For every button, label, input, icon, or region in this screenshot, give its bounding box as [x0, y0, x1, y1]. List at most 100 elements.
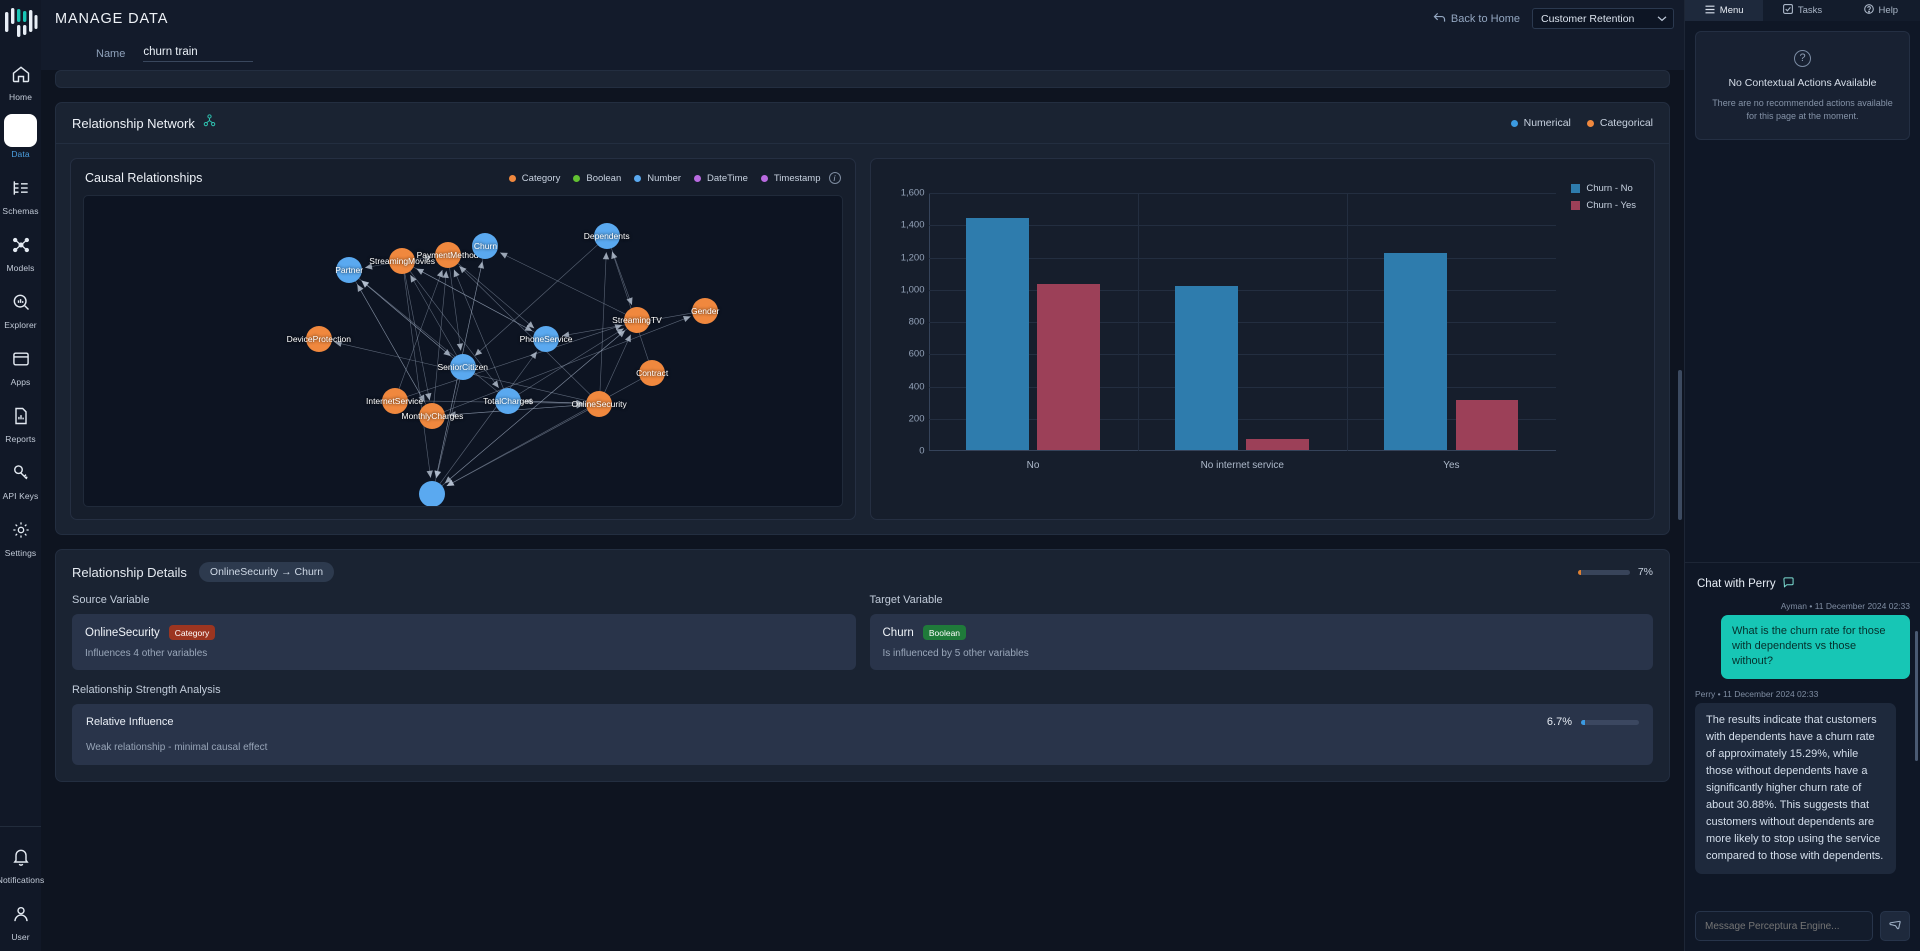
relationship-details-title: Relationship Details [72, 565, 187, 580]
graph-node[interactable] [419, 481, 445, 507]
info-icon[interactable]: i [829, 172, 841, 184]
sidebar-item-apps[interactable]: Apps [0, 335, 41, 392]
sidebar-item-settings[interactable]: Settings [0, 506, 41, 563]
network-legend: Numerical Categorical [1511, 117, 1653, 129]
tab-tasks[interactable]: Tasks [1763, 0, 1841, 21]
graph-node[interactable]: Gender [692, 298, 718, 324]
chart-gridline [929, 193, 1557, 194]
graph-node[interactable]: InternetService [382, 388, 408, 414]
sidebar-item-api-keys[interactable]: API Keys [0, 449, 41, 506]
legend-dot [1511, 120, 1518, 127]
variables-row: Source Variable OnlineSecurity Category … [56, 594, 1669, 670]
gear-icon [4, 513, 37, 546]
strength-top-row: Relative Influence 6.7% [86, 716, 1639, 728]
sidebar-item-schemas[interactable]: Schemas [0, 164, 41, 221]
causal-panel-header: Causal Relationships Category Boolean [71, 159, 855, 195]
bell-icon [4, 840, 37, 873]
relationship-pill[interactable]: OnlineSecurity → Churn [199, 562, 334, 582]
report-document-icon [4, 399, 37, 432]
graph-node[interactable]: Partner [336, 257, 362, 283]
sidebar-item-data[interactable]: Data [0, 107, 41, 164]
chart-y-tick-label: 1,000 [885, 284, 925, 295]
top-header: MANAGE DATA Back to Home Customer Retent… [41, 0, 1684, 37]
graph-node[interactable]: SeniorCitizen [450, 354, 476, 380]
legend-dot [573, 175, 580, 182]
relationship-progress: 7% [1578, 566, 1653, 578]
causal-graph-canvas[interactable]: Partner StreamingMovies PaymentMethod Churn… [83, 195, 843, 507]
message-text: The results indicate that customers with… [1695, 703, 1896, 874]
legend-label: DateTime [707, 173, 748, 184]
project-select[interactable]: Customer Retention [1532, 8, 1674, 29]
chat-scrollbar[interactable] [1915, 631, 1918, 761]
tab-help[interactable]: Help [1842, 0, 1920, 21]
chart-y-tick-label: 1,600 [885, 188, 925, 199]
graph-node[interactable]: Contract [639, 360, 665, 386]
graph-node[interactable]: Dependents [594, 223, 620, 249]
sidebar-item-label: Data [11, 149, 29, 159]
back-to-home-button[interactable]: Back to Home [1433, 12, 1520, 26]
tab-label: Menu [1720, 5, 1744, 16]
sidebar-item-notifications[interactable]: Notifications [0, 833, 41, 890]
sidebar-item-models[interactable]: Models [0, 221, 41, 278]
contextual-actions-card: ? No Contextual Actions Available There … [1695, 31, 1910, 140]
graph-node[interactable]: PhoneService [533, 326, 559, 352]
target-variable-description: Is influenced by 5 other variables [883, 648, 1641, 659]
sidebar-item-reports[interactable]: Reports [0, 392, 41, 449]
sidebar-item-explorer[interactable]: Explorer [0, 278, 41, 335]
sidebar-item-user[interactable]: User [0, 890, 41, 947]
graph-node[interactable]: MonthlyCharges [419, 403, 445, 429]
graph-node[interactable]: PaymentMethod [435, 242, 461, 268]
arrow-back-icon [1433, 12, 1446, 26]
left-sidebar: Home Data [0, 0, 41, 951]
dataset-name-input[interactable]: churn train [143, 46, 253, 62]
legend-item-category: Category [509, 173, 561, 184]
page-scrollbar[interactable] [1678, 370, 1682, 520]
chart-y-tick-label: 1,200 [885, 252, 925, 263]
node-circle [306, 326, 332, 352]
node-circle [435, 242, 461, 268]
send-button[interactable] [1880, 911, 1910, 941]
chat-input[interactable] [1695, 911, 1873, 941]
chart-bar[interactable] [1246, 439, 1309, 450]
legend-item-datetime: DateTime [694, 173, 748, 184]
sidebar-item-label: User [11, 932, 29, 942]
chart-bar[interactable] [1384, 253, 1447, 450]
graph-node[interactable]: StreamingTV [624, 307, 650, 333]
chat-messages[interactable]: Ayman • 11 December 2024 02:33 What is t… [1685, 601, 1920, 901]
model-nodes-icon [4, 228, 37, 261]
node-circle [624, 307, 650, 333]
magnifier-chart-icon [4, 285, 37, 318]
chart-bar[interactable] [966, 218, 1029, 450]
sidebar-item-label: Home [9, 92, 32, 102]
tab-menu[interactable]: Menu [1685, 0, 1763, 21]
graph-node[interactable]: StreamingMovies [389, 248, 415, 274]
relative-influence-track [1581, 720, 1639, 725]
checklist-icon [1783, 4, 1793, 17]
graph-node[interactable]: DeviceProtection [306, 326, 332, 352]
chart-bar[interactable] [1456, 400, 1519, 450]
node-circle [419, 481, 445, 507]
chart-bar[interactable] [1037, 284, 1100, 450]
graph-node[interactable]: Churn [472, 233, 498, 259]
causal-relationships-panel: Causal Relationships Category Boolean [70, 158, 856, 520]
causal-title: Causal Relationships [85, 171, 202, 185]
dataset-name-label: Name [96, 48, 125, 60]
legend-swatch [1571, 201, 1580, 210]
chart-x-tick-label: Yes [1443, 460, 1459, 471]
source-variable-label: Source Variable [72, 594, 856, 606]
right-panel: Menu Tasks Help ? No Contextual Actions … [1684, 0, 1920, 951]
home-icon [4, 57, 37, 90]
chart-x-axis [929, 450, 1557, 451]
chart-panel-header [871, 159, 1655, 171]
graph-node[interactable]: TotalCharges [495, 388, 521, 414]
relationship-network-header: Relationship Network Numerical [56, 103, 1669, 144]
chart-bar[interactable] [1175, 286, 1238, 450]
legend-dot [1587, 120, 1594, 127]
graph-node[interactable]: OnlineSecurity [586, 391, 612, 417]
legend-label: Churn - Yes [1586, 200, 1636, 211]
chart-x-tick-label: No internet service [1201, 460, 1284, 471]
project-select-value: Customer Retention [1541, 13, 1634, 25]
chart-y-tick-label: 0 [885, 446, 925, 457]
churn-bar-chart[interactable]: Churn - No Churn - Yes 02004006008 [883, 171, 1643, 483]
sidebar-item-home[interactable]: Home [0, 50, 41, 107]
